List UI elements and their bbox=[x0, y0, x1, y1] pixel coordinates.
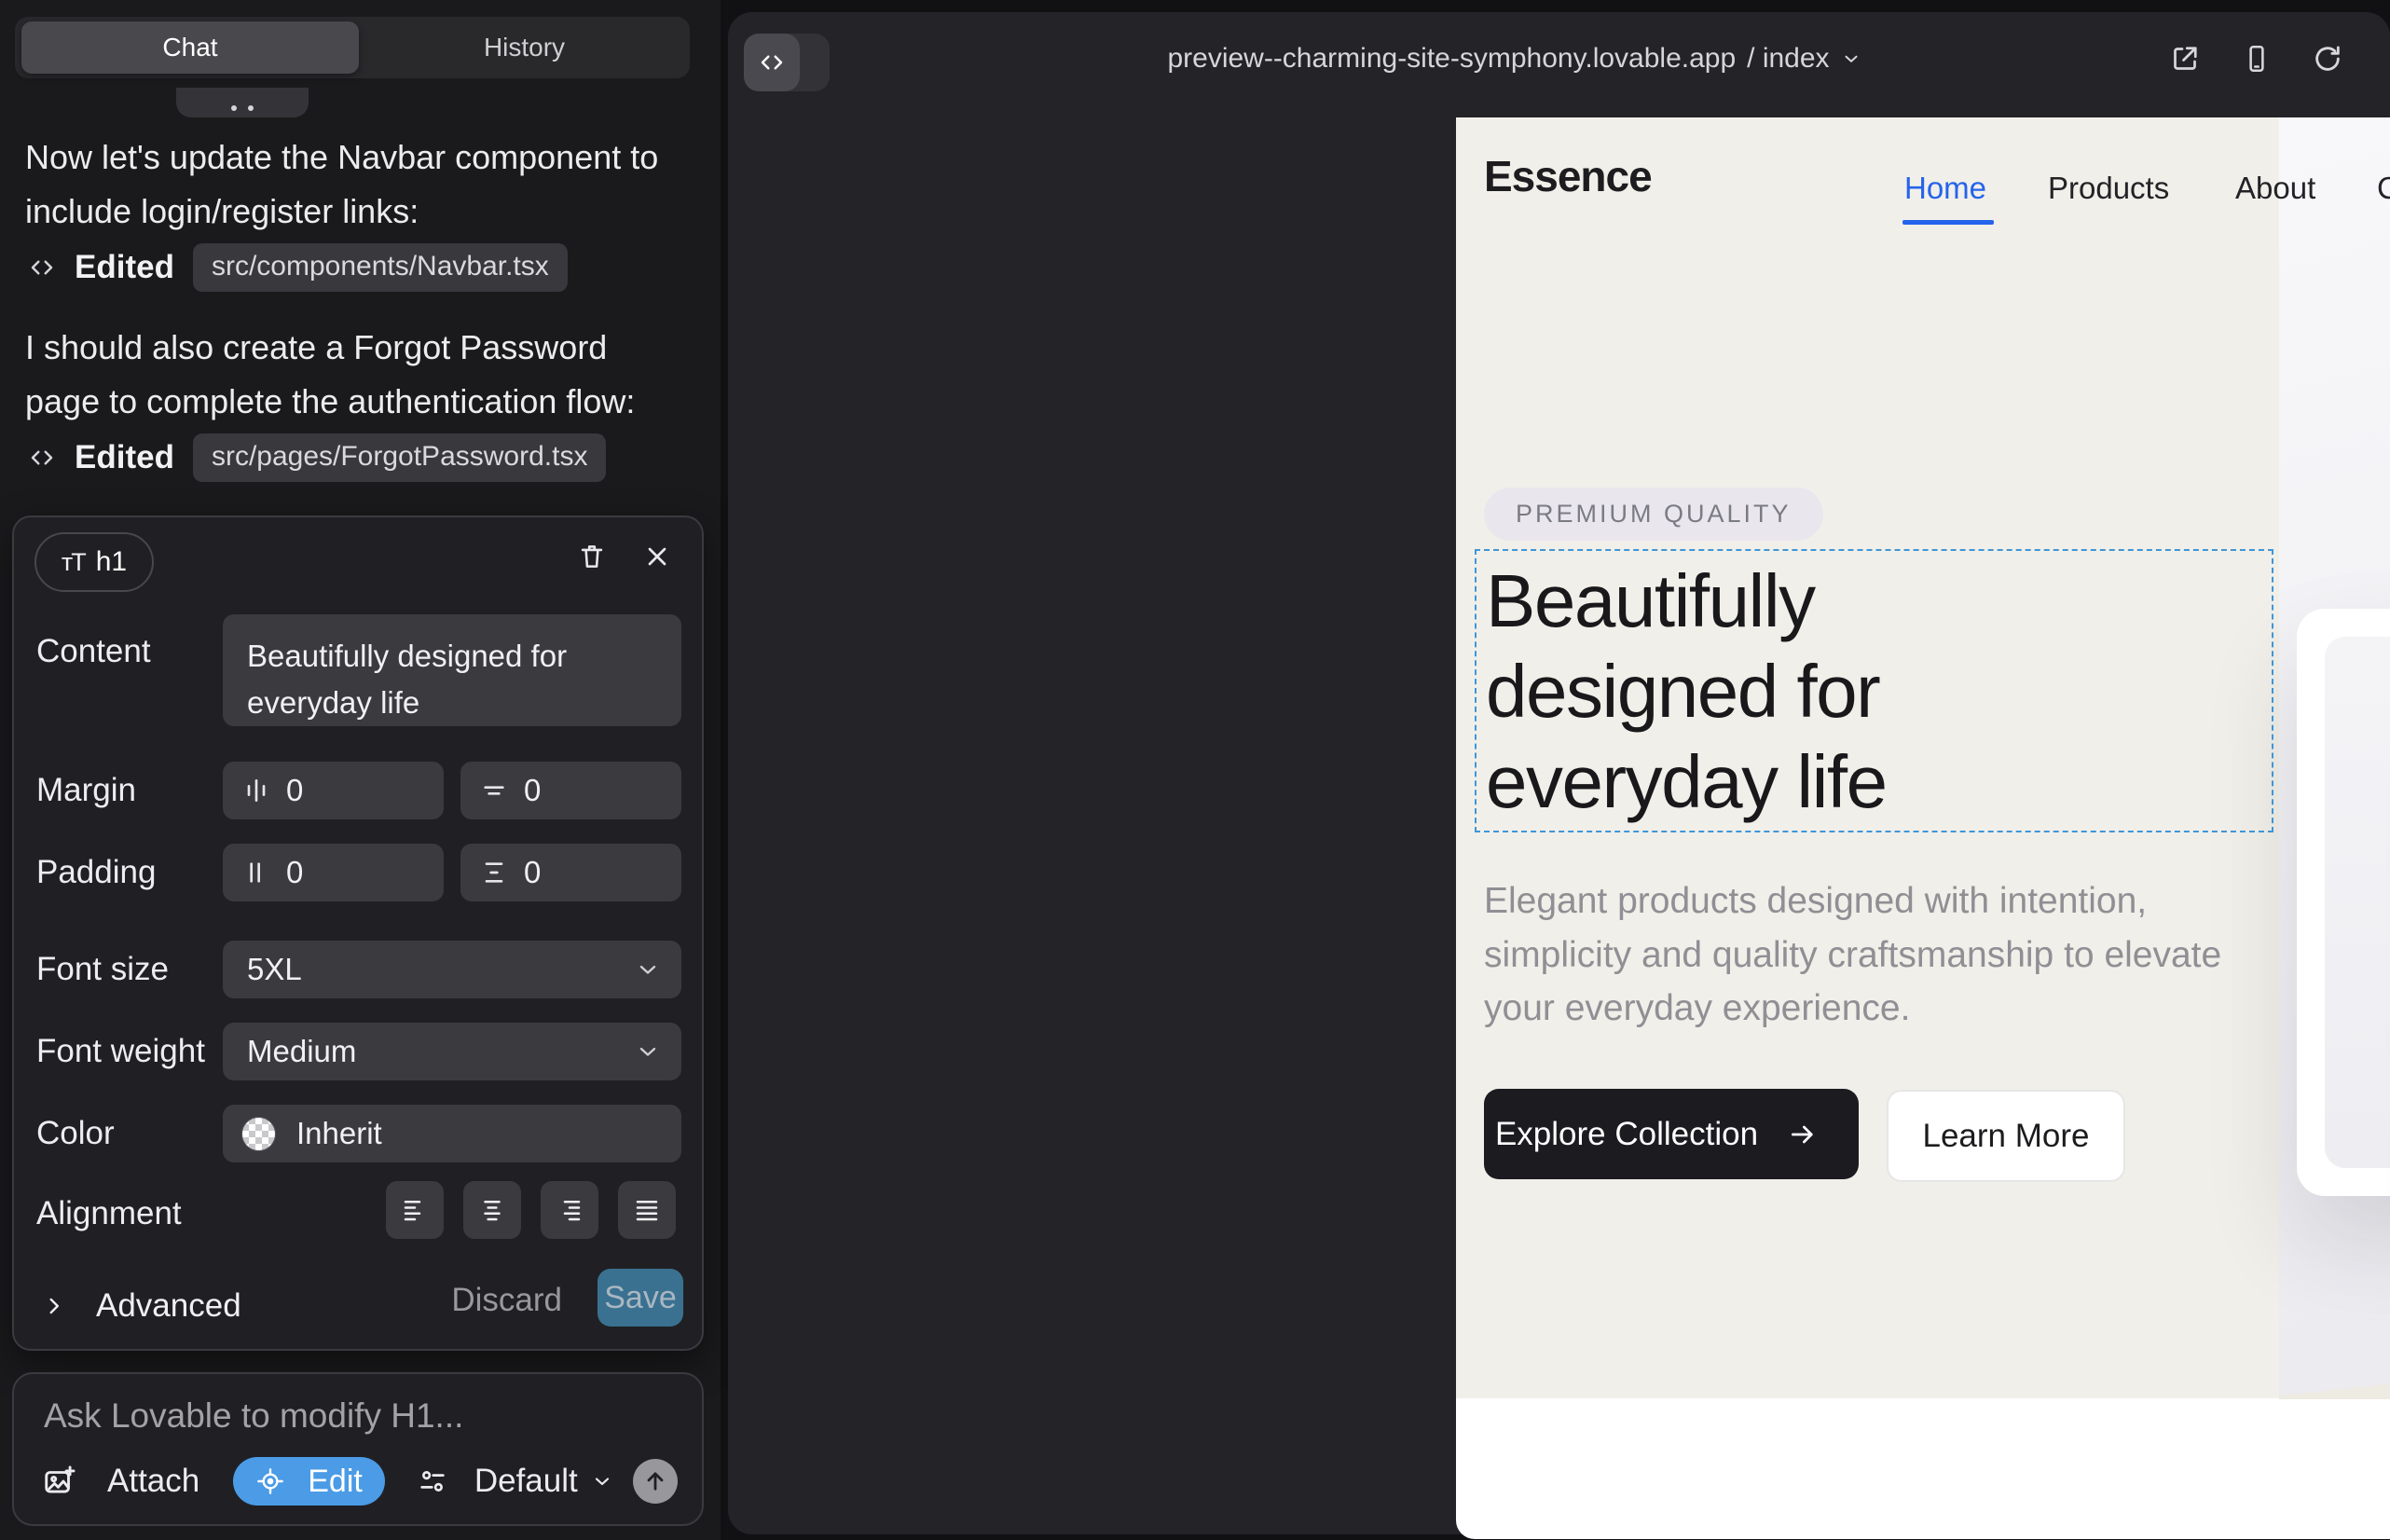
assistant-message: I should also create a Forgot Password p… bbox=[25, 321, 682, 428]
type-icon: тT bbox=[62, 548, 85, 577]
refresh-button[interactable] bbox=[2312, 43, 2343, 75]
edited-label: Edited bbox=[75, 249, 174, 286]
file-path-badge[interactable]: src/components/Navbar.tsx bbox=[193, 243, 568, 292]
nav-link-products[interactable]: Products bbox=[2048, 171, 2169, 206]
preview-url: preview--charming-site-symphony.lovable.… bbox=[1167, 43, 1736, 75]
nav-link-home[interactable]: Home bbox=[1904, 171, 1986, 206]
advanced-toggle[interactable]: Advanced bbox=[42, 1287, 241, 1325]
decorative-white-card bbox=[2297, 609, 2390, 1196]
chat-sidebar: Chat History Now let's update the Navbar… bbox=[0, 0, 721, 1540]
padding-x-input[interactable]: 0 bbox=[223, 844, 444, 901]
hero-heading[interactable]: Beautifully designed for everyday life bbox=[1486, 556, 1887, 827]
site-logo[interactable]: Essence bbox=[1484, 151, 1652, 201]
font-size-select[interactable]: 5XL bbox=[223, 941, 681, 998]
decorative-white-card-inner bbox=[2325, 637, 2390, 1168]
chevron-down-icon bbox=[635, 956, 661, 983]
file-path-badge[interactable]: src/pages/ForgotPassword.tsx bbox=[193, 433, 607, 482]
preview-browser-frame: preview--charming-site-symphony.lovable.… bbox=[728, 12, 2390, 1534]
margin-vertical-icon bbox=[479, 776, 509, 805]
padding-horizontal-icon bbox=[241, 858, 271, 887]
margin-horizontal-icon bbox=[241, 776, 271, 805]
hero-description: Elegant products designed with intention… bbox=[1484, 874, 2248, 1036]
nav-link-about[interactable]: About bbox=[2235, 171, 2315, 206]
composer-input[interactable]: Ask Lovable to modify H1... bbox=[44, 1396, 463, 1436]
font-weight-label: Font weight bbox=[36, 1033, 205, 1070]
code-icon bbox=[28, 444, 56, 472]
align-left-button[interactable] bbox=[386, 1181, 444, 1239]
tab-chat[interactable]: Chat bbox=[21, 21, 359, 74]
attach-button[interactable]: Attach bbox=[42, 1463, 199, 1500]
preview-toolbar-actions bbox=[2168, 12, 2343, 105]
composer-toolbar: Attach Edit Default bbox=[42, 1457, 678, 1506]
color-select[interactable]: Inherit bbox=[223, 1105, 681, 1162]
preview-path: / index bbox=[1747, 43, 1829, 75]
align-justify-button[interactable] bbox=[618, 1181, 676, 1239]
padding-vertical-icon bbox=[479, 858, 509, 887]
margin-x-input[interactable]: 0 bbox=[223, 762, 444, 819]
color-swatch bbox=[241, 1117, 276, 1151]
chat-composer[interactable]: Ask Lovable to modify H1... Attach Edit … bbox=[12, 1372, 704, 1526]
tab-history[interactable]: History bbox=[359, 17, 690, 78]
scrolled-chip-partial bbox=[176, 88, 309, 117]
align-right-button[interactable] bbox=[541, 1181, 598, 1239]
edited-label: Edited bbox=[75, 439, 174, 476]
preview-url-bar[interactable]: preview--charming-site-symphony.lovable.… bbox=[689, 12, 2351, 105]
assistant-message: Now let's update the Navbar component to… bbox=[25, 131, 682, 238]
margin-y-input[interactable]: 0 bbox=[460, 762, 681, 819]
edit-mode-pill[interactable]: Edit bbox=[233, 1457, 385, 1506]
mobile-view-button[interactable] bbox=[2241, 43, 2273, 75]
nav-home-active-underline bbox=[1902, 220, 1994, 225]
padding-label: Padding bbox=[36, 854, 156, 891]
chevron-down-icon bbox=[635, 1038, 661, 1065]
edited-file-row[interactable]: Edited src/pages/ForgotPassword.tsx bbox=[28, 434, 606, 481]
selected-element-chip: тT h1 bbox=[34, 532, 154, 592]
explore-collection-button[interactable]: Explore Collection bbox=[1484, 1089, 1859, 1179]
content-label: Content bbox=[36, 633, 151, 670]
edited-file-row[interactable]: Edited src/components/Navbar.tsx bbox=[28, 244, 568, 291]
hero-badge: PREMIUM QUALITY bbox=[1484, 488, 1823, 541]
element-inspector-panel: тT h1 Content Beautifully designed for e… bbox=[12, 516, 704, 1351]
discard-button[interactable]: Discard bbox=[451, 1282, 562, 1319]
code-icon bbox=[28, 254, 56, 282]
padding-y-input[interactable]: 0 bbox=[460, 844, 681, 901]
font-weight-select[interactable]: Medium bbox=[223, 1023, 681, 1080]
content-textarea[interactable]: Beautifully designed for everyday life bbox=[223, 614, 681, 726]
color-label: Color bbox=[36, 1115, 115, 1152]
send-button[interactable] bbox=[633, 1459, 678, 1504]
alignment-label: Alignment bbox=[36, 1195, 182, 1232]
learn-more-button[interactable]: Learn More bbox=[1887, 1090, 2125, 1182]
font-size-label: Font size bbox=[36, 951, 169, 988]
site-preview: Essence Home Products About Contact Sign… bbox=[1456, 117, 2390, 1539]
element-tag: h1 bbox=[96, 546, 127, 578]
open-external-button[interactable] bbox=[2168, 42, 2202, 76]
close-inspector-button[interactable] bbox=[637, 536, 678, 577]
align-center-button[interactable] bbox=[463, 1181, 521, 1239]
model-mode-dropdown[interactable]: Default bbox=[417, 1463, 613, 1500]
delete-element-button[interactable] bbox=[571, 536, 612, 577]
nav-link-contact[interactable]: Contact bbox=[2377, 171, 2390, 206]
chat-history-tabbar: Chat History bbox=[15, 17, 690, 78]
margin-label: Margin bbox=[36, 772, 136, 809]
save-button[interactable]: Save bbox=[598, 1269, 683, 1327]
